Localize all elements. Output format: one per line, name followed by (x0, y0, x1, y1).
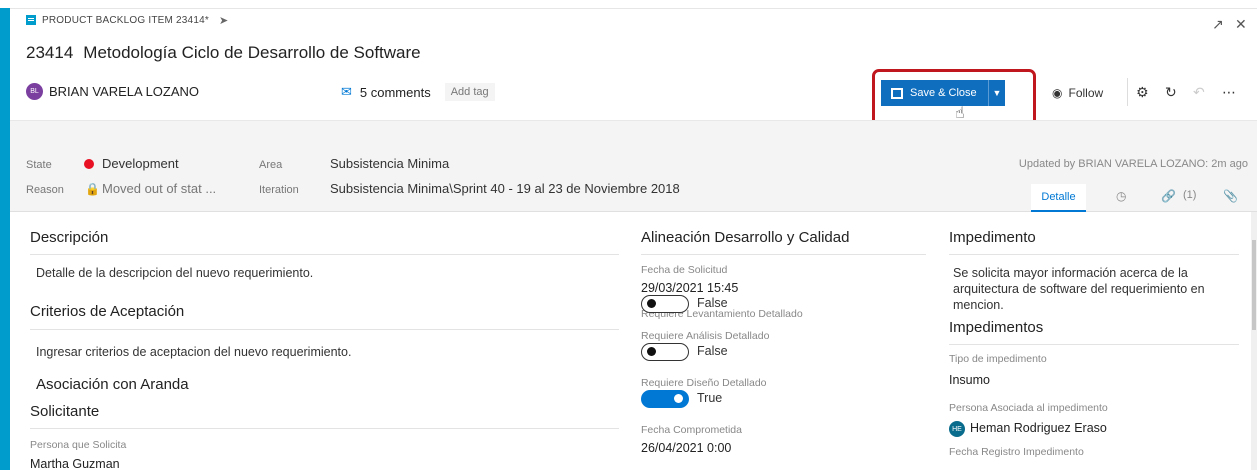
persona-solicita-field[interactable]: Martha Guzman (30, 457, 120, 470)
impedimento-heading: Impedimento (949, 229, 1036, 246)
alineacion-heading: Alineación Desarrollo y Calidad (641, 229, 850, 246)
refresh-icon[interactable]: ↻ (1165, 84, 1177, 101)
page-title[interactable]: 23414 Metodología Ciclo de Desarrollo de … (26, 43, 421, 63)
top-border (10, 8, 1257, 9)
section-divider (949, 254, 1239, 255)
state-label: State (26, 159, 52, 171)
more-actions-icon[interactable]: ⋯ (1222, 84, 1236, 101)
asociacion-heading: Asociación con Aranda (36, 376, 189, 393)
eye-icon: ◉ (1052, 86, 1063, 100)
comments-link[interactable]: ✉ 5 comments Add tag (341, 83, 495, 101)
history-icon[interactable]: ◷ (1116, 189, 1126, 203)
tab-detalle[interactable]: Detalle (1031, 184, 1086, 212)
section-divider (30, 428, 619, 429)
analisis-label: Requiere Análisis Detallado (641, 330, 770, 342)
updated-by-text[interactable]: Updated by BRIAN VARELA LOZANO: 2m ago (1019, 158, 1248, 170)
work-item-type-label: PRODUCT BACKLOG ITEM 23414* (42, 14, 209, 26)
iteration-field[interactable]: Subsistencia Minima\Sprint 40 - 19 al 23… (330, 181, 680, 196)
persona-asociada-field[interactable]: Heman Rodriguez Eraso (970, 421, 1107, 435)
section-divider (949, 344, 1239, 345)
section-divider (641, 254, 926, 255)
iteration-label: Iteration (259, 184, 299, 196)
add-tag-button[interactable]: Add tag (444, 83, 495, 101)
assigned-to[interactable]: BL BRIAN VARELA LOZANO (26, 83, 199, 100)
fecha-solicitud-label: Fecha de Solicitud (641, 264, 728, 276)
criterios-field[interactable]: Ingresar criterios de aceptacion del nue… (36, 345, 351, 359)
lock-icon: 🔒 (85, 182, 100, 196)
comments-count: 5 comments (359, 84, 431, 100)
section-divider (30, 254, 619, 255)
follow-button[interactable]: ◉ Follow (1052, 86, 1103, 100)
fecha-comprometida-field[interactable]: 26/04/2021 0:00 (641, 441, 731, 455)
tipo-impedimento-label: Tipo de impedimento (949, 353, 1047, 365)
avatar: BL (26, 83, 43, 100)
area-field[interactable]: Subsistencia Minima (330, 156, 449, 171)
descripcion-heading: Descripción (30, 229, 109, 246)
criterios-heading: Criterios de Aceptación (30, 303, 185, 320)
follow-label: Follow (1068, 86, 1104, 100)
tipo-impedimento-field[interactable]: Insumo (949, 373, 990, 387)
toolbar-divider (1127, 78, 1128, 106)
gear-icon[interactable]: ⚙ (1136, 84, 1149, 101)
backlog-item-icon (26, 15, 36, 25)
avatar: HE (949, 421, 965, 437)
state-indicator (84, 159, 94, 169)
fecha-solicitud-field[interactable]: 29/03/2021 15:45 (641, 281, 738, 295)
comment-icon: ✉ (341, 84, 352, 99)
reason-label: Reason (26, 184, 64, 196)
highlight-annotation (872, 69, 1036, 127)
diseno-label: Requiere Diseño Detallado (641, 377, 767, 389)
scrollbar-thumb[interactable] (1252, 240, 1256, 330)
pin-icon[interactable]: ➤ (219, 14, 228, 27)
persona-solicita-label: Persona que Solicita (30, 439, 127, 451)
levantamiento-toggle[interactable] (641, 295, 689, 313)
section-divider (30, 329, 619, 330)
diseno-value: True (697, 391, 723, 405)
work-item-type: PRODUCT BACKLOG ITEM 23414* ➤ (26, 13, 228, 27)
diseno-toggle[interactable] (641, 390, 689, 408)
fecha-comprometida-label: Fecha Comprometida (641, 424, 742, 436)
fecha-registro-label: Fecha Registro Impedimento (949, 446, 1084, 458)
work-item-title[interactable]: Metodología Ciclo de Desarrollo de Softw… (83, 43, 420, 62)
levantamiento-value: False (697, 296, 728, 310)
assigned-to-name: BRIAN VARELA LOZANO (49, 84, 200, 99)
work-item-id: 23414 (26, 43, 74, 62)
persona-asociada-label: Persona Asociada al impedimento (949, 402, 1108, 414)
attachment-icon[interactable]: 📎 (1223, 189, 1238, 203)
analisis-toggle[interactable] (641, 343, 689, 361)
undo-icon[interactable]: ↶ (1193, 84, 1205, 101)
descripcion-field[interactable]: Detalle de la descripcion del nuevo requ… (36, 266, 313, 280)
links-count[interactable]: (1) (1183, 189, 1196, 201)
restore-icon[interactable]: ↗ (1212, 16, 1224, 33)
impedimentos-heading: Impedimentos (949, 319, 1044, 336)
analisis-value: False (697, 344, 728, 358)
work-item-color-bar (0, 8, 10, 470)
impedimento-field[interactable]: Se solicita mayor información acerca de … (953, 265, 1238, 313)
state-field[interactable]: Development (102, 156, 179, 171)
links-icon[interactable]: 🔗 (1161, 189, 1176, 203)
reason-field[interactable]: Moved out of stat ... (102, 181, 216, 196)
close-icon[interactable]: ✕ (1235, 16, 1247, 33)
area-label: Area (259, 159, 283, 171)
solicitante-heading: Solicitante (30, 403, 100, 420)
